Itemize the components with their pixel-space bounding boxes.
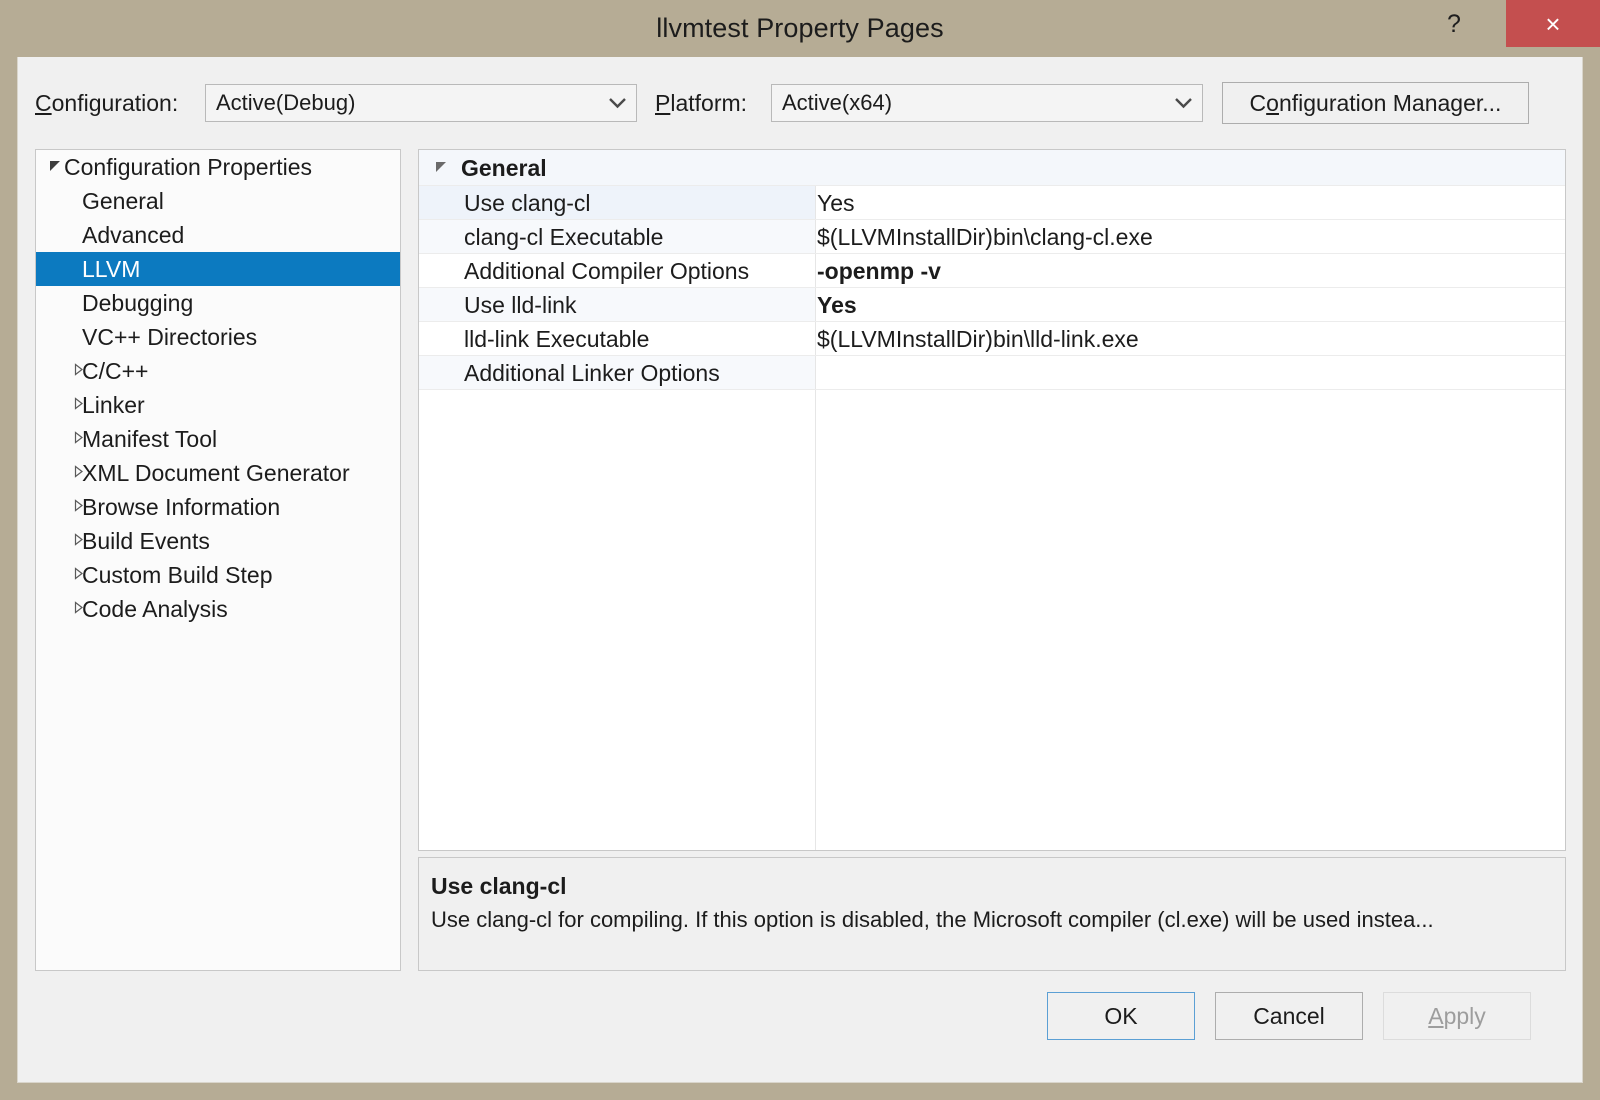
property-value[interactable]: Yes — [817, 186, 855, 220]
property-value[interactable]: -openmp -v — [817, 254, 941, 288]
platform-value: Active(x64) — [782, 85, 892, 121]
property-name: Additional Compiler Options — [464, 254, 749, 288]
property-name: clang-cl Executable — [464, 220, 663, 254]
description-panel: Use clang-cl Use clang-cl for compiling.… — [418, 857, 1566, 971]
property-row[interactable]: Additional Linker Options — [419, 356, 1565, 390]
tree-item-label: Manifest Tool — [82, 422, 217, 456]
tree-item-general[interactable]: General — [36, 184, 400, 218]
close-button[interactable]: × — [1506, 0, 1600, 47]
help-glyph: ? — [1447, 10, 1461, 39]
property-pages-window: llvmtest Property Pages ? × Configuratio… — [0, 0, 1600, 1100]
ok-button[interactable]: OK — [1047, 992, 1195, 1040]
chevron-down-icon — [608, 85, 627, 121]
apply-button: Apply — [1383, 992, 1531, 1040]
property-row[interactable]: Additional Compiler Options -openmp -v — [419, 254, 1565, 288]
property-group-header[interactable]: General — [419, 150, 1565, 186]
platform-label: Platform: — [655, 90, 747, 117]
property-name: Additional Linker Options — [464, 356, 720, 390]
cancel-button-label: Cancel — [1253, 1003, 1325, 1030]
tree-item-label: Configuration Properties — [64, 150, 312, 184]
tree-item-label: LLVM — [82, 252, 140, 286]
tree-item-code-analysis[interactable]: Code Analysis — [36, 592, 400, 626]
configuration-manager-button[interactable]: Configuration Manager... — [1222, 82, 1529, 124]
title-bar: llvmtest Property Pages ? × — [0, 0, 1600, 57]
tree-item-llvm[interactable]: LLVM — [36, 252, 400, 286]
tree-item-linker[interactable]: Linker — [36, 388, 400, 422]
tree-item-label: VC++ Directories — [82, 320, 257, 354]
property-row[interactable]: lld-link Executable $(LLVMInstallDir)bin\… — [419, 322, 1565, 356]
configuration-tree[interactable]: Configuration PropertiesGeneralAdvancedL… — [35, 149, 401, 971]
property-row[interactable]: clang-cl Executable $(LLVMInstallDir)bin\… — [419, 220, 1565, 254]
tree-item-configuration-properties[interactable]: Configuration Properties — [36, 150, 400, 184]
configuration-manager-label: Configuration Manager... — [1250, 90, 1502, 117]
chevron-down-glyph — [608, 97, 627, 109]
description-text: Use clang-cl for compiling. If this opti… — [431, 907, 1434, 933]
property-value[interactable]: $(LLVMInstallDir)bin\clang-cl.exe — [817, 220, 1153, 254]
property-row[interactable]: Use lld-link Yes — [419, 288, 1565, 322]
tree-item-custom-build-step[interactable]: Custom Build Step — [36, 558, 400, 592]
tree-item-vc-directories[interactable]: VC++ Directories — [36, 320, 400, 354]
tree-item-manifest-tool[interactable]: Manifest Tool — [36, 422, 400, 456]
property-name: lld-link Executable — [464, 322, 649, 356]
chevron-down-icon — [1174, 85, 1193, 121]
chevron-down-glyph — [1174, 97, 1193, 109]
tree-item-browse-information[interactable]: Browse Information — [36, 490, 400, 524]
window-title: llvmtest Property Pages — [0, 0, 1600, 57]
tree-item-build-events[interactable]: Build Events — [36, 524, 400, 558]
tree-item-label: Build Events — [82, 524, 210, 558]
tree-item-c-c[interactable]: C/C++ — [36, 354, 400, 388]
client-area: Configuration: Active(Debug) Platform: A… — [17, 57, 1583, 1083]
ok-button-label: OK — [1104, 1003, 1137, 1030]
tree-item-xml-document-generator[interactable]: XML Document Generator — [36, 456, 400, 490]
help-icon[interactable]: ? — [1430, 0, 1478, 48]
tree-item-label: Advanced — [82, 218, 184, 252]
configuration-dropdown[interactable]: Active(Debug) — [205, 84, 637, 122]
property-name: Use lld-link — [464, 288, 576, 322]
tree-item-label: Code Analysis — [82, 592, 228, 626]
tree-item-advanced[interactable]: Advanced — [36, 218, 400, 252]
tree-item-label: General — [82, 184, 164, 218]
configuration-value: Active(Debug) — [216, 85, 355, 121]
tree-item-label: Linker — [82, 388, 145, 422]
cancel-button[interactable]: Cancel — [1215, 992, 1363, 1040]
tree-item-label: C/C++ — [82, 354, 148, 388]
apply-button-label: Apply — [1428, 1003, 1486, 1030]
platform-dropdown[interactable]: Active(x64) — [771, 84, 1203, 122]
description-title: Use clang-cl — [431, 873, 567, 900]
property-group-label: General — [461, 150, 547, 186]
tree-item-label: Debugging — [82, 286, 193, 320]
tree-item-label: Browse Information — [82, 490, 280, 524]
property-value[interactable]: Yes — [817, 288, 857, 322]
close-icon: × — [1545, 11, 1560, 37]
tree-item-label: Custom Build Step — [82, 558, 272, 592]
property-grid[interactable]: GeneralUse clang-clYesclang-cl Executabl… — [418, 149, 1566, 851]
configuration-label: Configuration: — [35, 90, 178, 117]
property-value[interactable]: $(LLVMInstallDir)bin\lld-link.exe — [817, 322, 1139, 356]
property-row[interactable]: Use clang-cl Yes — [419, 186, 1565, 220]
expanded-triangle-icon[interactable] — [435, 150, 448, 186]
tree-item-debugging[interactable]: Debugging — [36, 286, 400, 320]
property-name: Use clang-cl — [464, 186, 591, 220]
tree-item-label: XML Document Generator — [82, 456, 350, 490]
